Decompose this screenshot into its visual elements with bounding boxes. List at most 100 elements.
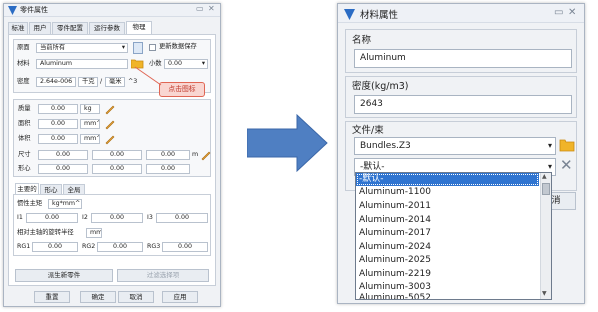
restore-icon[interactable]: ▭ [196, 4, 204, 13]
rg2-field[interactable]: 0.00 [97, 242, 143, 252]
radius-unit-select[interactable]: mm [86, 228, 102, 238]
list-item[interactable]: Aluminum-5052 [356, 292, 431, 299]
transition-arrow [247, 113, 328, 173]
origin-select[interactable]: 当前所有 ▾ [36, 43, 128, 53]
pencil-icon[interactable] [104, 103, 116, 115]
density-unit-mass-select[interactable]: 千克 [78, 77, 98, 87]
update-checkbox[interactable] [149, 44, 156, 51]
restore-icon[interactable]: ▭ [554, 7, 563, 18]
scrollbar-thumb[interactable] [542, 183, 550, 195]
file-label: 文件/束 [352, 125, 384, 136]
name-field[interactable]: Aluminum [354, 49, 572, 68]
derive-part-button[interactable]: 派生新零件 [15, 269, 113, 282]
scrollbar[interactable]: ▲ ▼ [540, 173, 551, 299]
mass-unit: kg [80, 104, 100, 114]
list-item[interactable]: Aluminum-2025 [356, 254, 431, 268]
pencil-icon[interactable] [104, 118, 116, 130]
density-group: 密度(kg/m3) 2643 [345, 76, 577, 118]
callout-pointer [134, 66, 162, 86]
decimals-select[interactable]: 0.00 ▾ [164, 59, 208, 69]
filter-selection-button[interactable]: 过滤选择项 [117, 269, 209, 282]
list-item[interactable]: Aluminum-2219 [356, 268, 431, 282]
update-checkbox-label: 更新数据保存 [159, 43, 197, 50]
subtab-centroid[interactable]: 形心 [40, 184, 62, 194]
scroll-down-icon[interactable]: ▼ [542, 290, 547, 297]
rg2-label: RG2 [82, 243, 96, 250]
size-y-field[interactable]: 0.00 [92, 150, 142, 160]
area-unit: mm^2 [80, 119, 100, 129]
radius-label: 相对主轴的旋转半径 [17, 229, 74, 236]
volume-field[interactable]: 0.00 [38, 134, 78, 144]
density-unit-length-select[interactable]: 毫米 [105, 77, 125, 87]
i1-field[interactable]: 0.00 [26, 213, 78, 223]
centroid-label: 形心 [18, 165, 31, 172]
data-sheet-button[interactable] [133, 42, 143, 54]
density-label: 密度(kg/m3) [352, 81, 409, 92]
app-logo-icon [344, 9, 355, 20]
inertia-group: 惯性主矩 kg*mm^ I1 0.00 I2 0.00 I3 0.00 相对主轴… [13, 194, 211, 256]
i2-field[interactable]: 0.00 [91, 213, 143, 223]
title-bar: 材料属性 ▭ ✕ [338, 4, 584, 23]
centroid-x-field[interactable]: 0.00 [38, 164, 88, 174]
rg3-field[interactable]: 0.00 [162, 242, 208, 252]
pencil-icon[interactable] [200, 149, 212, 161]
volume-unit: mm^3 [80, 134, 100, 144]
part-properties-window: 零件属性 ▭ ✕ 标准 用户 零件配置 运行参数 物理 原面 当前所有 ▾ 更新数… [3, 3, 221, 307]
size-unit: m [192, 151, 199, 158]
density-field[interactable]: 2.64e-006 [36, 77, 76, 87]
rg3-label: RG3 [147, 243, 161, 250]
apply-button[interactable]: 应用 [162, 291, 198, 303]
inertia-unit-select[interactable]: kg*mm^ [48, 199, 82, 209]
list-item[interactable]: Aluminum-1100 [356, 186, 431, 200]
title-bar: 零件属性 ▭ ✕ [4, 4, 220, 17]
material-properties-window: 材料属性 ▭ ✕ 名称 Aluminum 密度(kg/m3) 2643 文件/束… [337, 3, 585, 304]
delete-icon[interactable]: ✕ [560, 157, 573, 173]
reset-button[interactable]: 重置 [34, 291, 70, 303]
list-item[interactable]: Aluminum-2014 [356, 214, 431, 228]
tab-user[interactable]: 用户 [29, 22, 51, 34]
mass-field[interactable]: 0.00 [38, 104, 78, 114]
chevron-down-icon: ▾ [547, 141, 552, 150]
folder-icon[interactable] [559, 137, 575, 153]
ok-button[interactable]: 确定 [80, 291, 116, 303]
tab-part-config[interactable]: 零件配置 [52, 22, 88, 34]
pencil-icon[interactable] [104, 133, 116, 145]
name-label: 名称 [352, 35, 372, 46]
name-group: 名称 Aluminum [345, 29, 577, 73]
properties-group: 质量 0.00 kg 面积 0.00 mm^2 体积 0.00 mm^3 尺寸 … [13, 99, 211, 177]
i2-label: I2 [82, 214, 88, 221]
subtab-principal[interactable]: 主要的 [15, 183, 39, 194]
slash-label: / [100, 78, 103, 85]
scroll-up-icon[interactable]: ▲ [542, 173, 547, 180]
subtab-global[interactable]: 全局 [63, 184, 85, 194]
tab-physical[interactable]: 物理 [126, 21, 152, 34]
material-field[interactable]: Aluminum [36, 59, 128, 69]
mass-label: 质量 [18, 105, 31, 112]
close-icon[interactable]: ✕ [568, 7, 576, 18]
area-field[interactable]: 0.00 [38, 119, 78, 129]
rg1-label: RG1 [17, 243, 31, 250]
centroid-z-field[interactable]: 0.00 [146, 164, 190, 174]
centroid-y-field[interactable]: 0.00 [92, 164, 142, 174]
size-x-field[interactable]: 0.00 [38, 150, 88, 160]
size-z-field[interactable]: 0.00 [146, 150, 190, 160]
list-item[interactable]: Aluminum-2017 [356, 227, 431, 241]
cancel-button[interactable]: 取消 [118, 291, 154, 303]
rg1-field[interactable]: 0.00 [32, 242, 78, 252]
i3-field[interactable]: 0.00 [156, 213, 208, 223]
close-icon[interactable]: ✕ [208, 4, 215, 13]
i1-label: I1 [17, 214, 23, 221]
density-field[interactable]: 2643 [354, 95, 572, 114]
i3-label: I3 [147, 214, 153, 221]
tab-standard[interactable]: 标准 [8, 22, 28, 34]
density-label: 密度 [17, 78, 30, 85]
origin-label: 原面 [17, 44, 30, 51]
list-item[interactable]: Aluminum-2024 [356, 241, 431, 255]
size-label: 尺寸 [18, 151, 31, 158]
list-item[interactable]: -默认- [356, 173, 539, 186]
material-dropdown-list[interactable]: -默认- Aluminum-1100 Aluminum-2011 Aluminu… [355, 172, 552, 300]
file-select[interactable]: Bundles.Z3 ▾ [354, 137, 556, 155]
list-item[interactable]: Aluminum-2011 [356, 200, 431, 214]
window-title: 零件属性 [20, 6, 48, 14]
tab-run-params[interactable]: 运行参数 [89, 22, 125, 34]
